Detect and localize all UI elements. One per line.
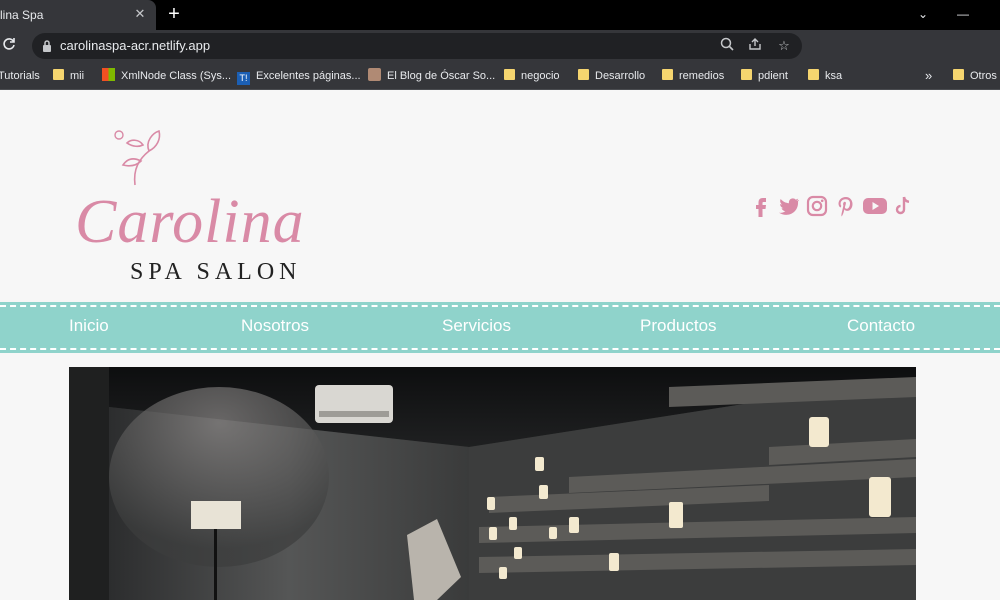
bookmark-item[interactable]: mii (53, 68, 84, 84)
browser-toolbar: carolinaspa-acr.netlify.app ☆ {x} ✚ (0, 30, 1000, 83)
bookmarks-bar: Tutorials mii XmlNode Class (Sys... T! Ex… (0, 62, 1000, 90)
tab-bar: lina Spa ✕ + ⌄ — (0, 0, 1000, 30)
browser-tab[interactable]: lina Spa ✕ (0, 0, 156, 30)
tab-search-icon[interactable]: ⌄ (911, 4, 935, 24)
web-page: Carolina SPA SALON Inicio Nosotros Servi… (0, 91, 1000, 600)
close-tab-icon[interactable]: ✕ (131, 5, 149, 23)
bookmark-item[interactable]: pdient (741, 68, 788, 84)
bookmarks-overflow-icon[interactable]: » (925, 68, 932, 84)
tab-title: lina Spa (0, 8, 44, 22)
logo-subtitle: SPA SALON (130, 259, 302, 285)
bookmark-star-icon[interactable]: ☆ (775, 37, 793, 55)
bookmark-item[interactable]: El Blog de Óscar So... (368, 68, 495, 84)
bookmark-item[interactable]: XmlNode Class (Sys... (102, 68, 231, 84)
minimize-icon[interactable]: — (951, 4, 975, 24)
share-icon[interactable] (746, 37, 764, 55)
bookmark-item[interactable]: negocio (504, 68, 560, 84)
address-bar[interactable]: carolinaspa-acr.netlify.app ☆ (32, 33, 802, 59)
bookmark-item[interactable]: Tutorials (0, 68, 40, 84)
lock-icon[interactable] (42, 39, 52, 53)
nav-item-contacto[interactable]: Contacto (847, 316, 915, 336)
folder-icon (578, 69, 589, 80)
folder-icon (808, 69, 819, 80)
instagram-icon[interactable] (806, 195, 828, 217)
main-nav: Inicio Nosotros Servicios Productos Cont… (0, 302, 1000, 353)
folder-icon (953, 69, 964, 80)
url-text[interactable]: carolinaspa-acr.netlify.app (60, 38, 210, 53)
folder-icon (53, 69, 64, 80)
logo-script-text: Carolina (75, 188, 305, 256)
bookmark-item[interactable]: T! Excelentes páginas... (237, 68, 361, 85)
folder-icon (662, 69, 673, 80)
nav-item-servicios[interactable]: Servicios (442, 316, 511, 336)
bookmark-item[interactable]: remedios (662, 68, 724, 84)
microsoft-icon (102, 68, 115, 81)
flower-icon (114, 129, 161, 186)
avatar-icon (368, 68, 381, 81)
folder-icon (741, 69, 752, 80)
nav-item-inicio[interactable]: Inicio (69, 316, 109, 336)
ti-icon: T! (237, 72, 250, 85)
zoom-icon[interactable] (718, 37, 736, 55)
bookmark-item[interactable]: Desarrollo (578, 68, 645, 84)
nav-item-productos[interactable]: Productos (640, 316, 717, 336)
nav-item-nosotros[interactable]: Nosotros (241, 316, 309, 336)
youtube-icon[interactable] (862, 195, 888, 217)
pinterest-icon[interactable] (835, 195, 857, 217)
folder-icon (504, 69, 515, 80)
facebook-icon[interactable] (750, 195, 772, 217)
bookmark-item[interactable]: ksa (808, 68, 842, 84)
tiktok-icon[interactable] (892, 195, 914, 217)
site-logo[interactable]: Carolina SPA SALON (75, 129, 355, 289)
twitter-icon[interactable] (778, 195, 800, 217)
new-tab-icon[interactable]: + (163, 3, 185, 25)
reload-icon[interactable] (2, 37, 22, 57)
hero-image (69, 367, 916, 600)
other-bookmarks[interactable]: Otros (953, 68, 997, 84)
